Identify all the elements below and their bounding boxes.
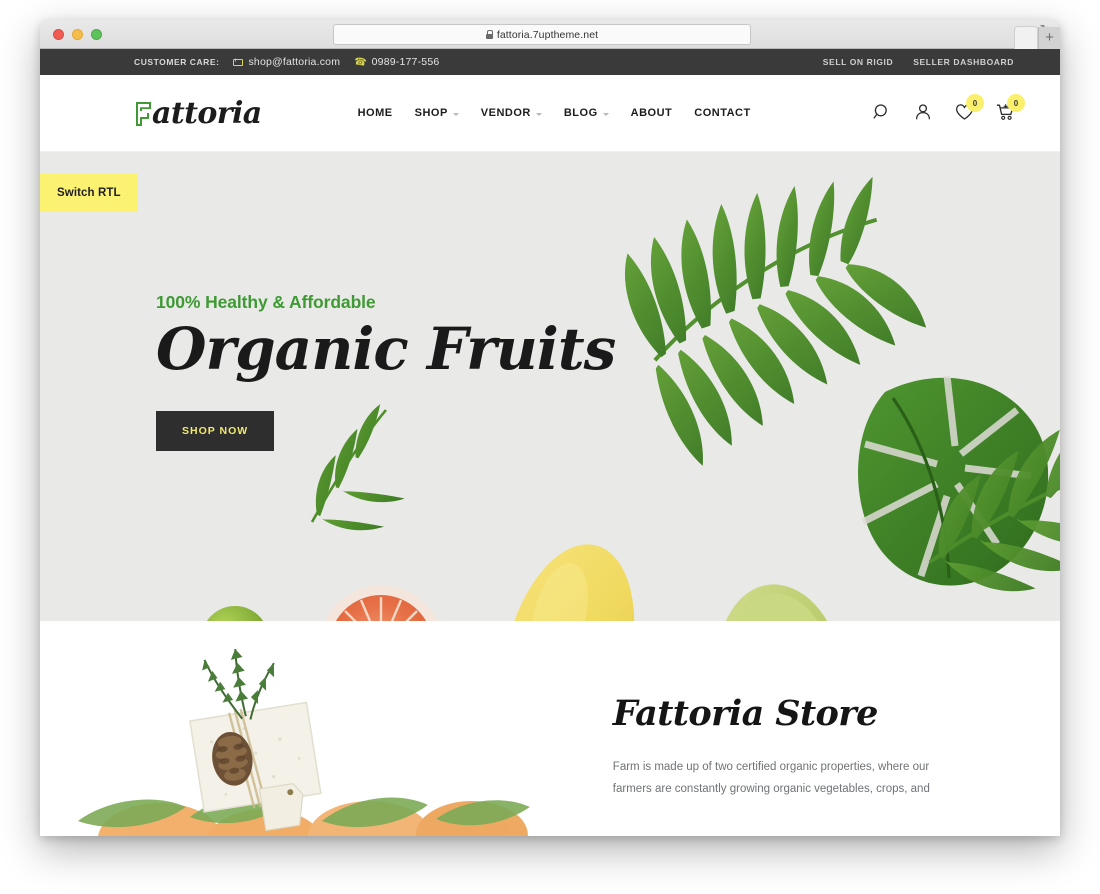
desktop-background: fattoria.7uptheme.net ↻ + CUSTOMER CARE:… [0, 0, 1100, 894]
nav-label: VENDOR [480, 107, 531, 119]
leaf-f-icon [134, 100, 154, 127]
nav-label: CONTACT [694, 107, 751, 119]
chevron-down-icon [602, 112, 609, 116]
switch-rtl-button[interactable]: Switch RTL [40, 174, 138, 212]
store-text-block: Fattoria Store Farm is made up of two ce… [591, 621, 1060, 836]
hero-title: Organic Fruits [156, 315, 616, 383]
header-action-icons: 0 0 [873, 94, 1025, 123]
nav-item-contact[interactable]: CONTACT [694, 107, 750, 119]
user-icon[interactable] [914, 103, 932, 123]
store-title: Fattoria Store [612, 693, 879, 734]
chevron-down-icon [452, 112, 459, 116]
nav-label: BLOG [563, 107, 598, 119]
phone-text: 0989-177-556 [371, 56, 440, 68]
cart-icon[interactable]: 0 [996, 94, 1025, 123]
seller-dashboard-link[interactable]: SELLER DASHBOARD [913, 57, 1014, 67]
site-header: attoria HOME SHOP VENDOR BLOG ABOUT CONT… [40, 75, 1060, 152]
browser-window: fattoria.7uptheme.net ↻ + CUSTOMER CARE:… [40, 20, 1060, 836]
heart-icon[interactable]: 0 [955, 94, 984, 123]
chevron-down-icon [535, 112, 542, 116]
nav-item-vendor[interactable]: VENDOR [481, 107, 542, 119]
nav-label: HOME [357, 107, 393, 119]
shop-now-button[interactable]: SHOP NOW [156, 411, 275, 452]
utility-topbar: CUSTOMER CARE: shop@fattoria.com ☎ 0989-… [40, 49, 1060, 75]
address-bar[interactable]: fattoria.7uptheme.net [333, 24, 751, 45]
store-section: Fattoria Store Farm is made up of two ce… [40, 621, 1060, 836]
nav-label: ABOUT [630, 107, 673, 119]
nav-item-home[interactable]: HOME [358, 107, 393, 119]
wishlist-badge: 0 [966, 94, 984, 112]
email-text: shop@fattoria.com [248, 56, 341, 68]
hero-content: 100% Healthy & Affordable Organic Fruits… [156, 292, 616, 452]
cart-badge: 0 [1007, 94, 1025, 112]
search-icon[interactable] [873, 103, 891, 123]
store-image-wrapper [40, 621, 591, 836]
site-logo[interactable]: attoria [134, 96, 262, 131]
main-navigation: HOME SHOP VENDOR BLOG ABOUT CONTACT [358, 107, 751, 119]
window-controls[interactable] [53, 28, 102, 40]
customer-care-label: CUSTOMER CARE: [134, 57, 220, 67]
plus-icon[interactable]: + [1038, 27, 1060, 49]
sell-on-rigid-link[interactable]: SELL ON RIGID [823, 57, 893, 67]
lock-icon [485, 30, 494, 39]
store-paragraph: Farm is made up of two certified organic… [612, 761, 930, 796]
hero-banner: Switch RTL 100% Healthy & Affordable Org… [40, 152, 1060, 621]
maximize-window-button[interactable] [91, 28, 102, 40]
topbar-contact-group: CUSTOMER CARE: shop@fattoria.com ☎ 0989-… [134, 55, 440, 69]
close-window-button[interactable] [53, 28, 64, 40]
store-gift-image [40, 621, 591, 836]
hero-subtitle: 100% Healthy & Affordable [156, 292, 376, 312]
logo-text: attoria [152, 95, 262, 131]
phone-icon: ☎ [353, 55, 368, 69]
contact-phone[interactable]: ☎ 0989-177-556 [353, 55, 440, 69]
minimize-window-button[interactable] [72, 28, 83, 40]
browser-titlebar: fattoria.7uptheme.net ↻ + [40, 20, 1060, 49]
nav-item-about[interactable]: ABOUT [631, 107, 673, 119]
page-viewport: CUSTOMER CARE: shop@fattoria.com ☎ 0989-… [40, 49, 1060, 836]
url-text: fattoria.7uptheme.net [496, 28, 599, 41]
topbar-links: SELL ON RIGID SELLER DASHBOARD [823, 57, 1014, 67]
nav-label: SHOP [414, 107, 448, 119]
nav-item-shop[interactable]: SHOP [415, 107, 459, 119]
nav-item-blog[interactable]: BLOG [564, 107, 609, 119]
contact-email[interactable]: shop@fattoria.com [233, 56, 340, 68]
browser-tab[interactable] [1014, 26, 1038, 49]
envelope-icon [233, 58, 244, 66]
